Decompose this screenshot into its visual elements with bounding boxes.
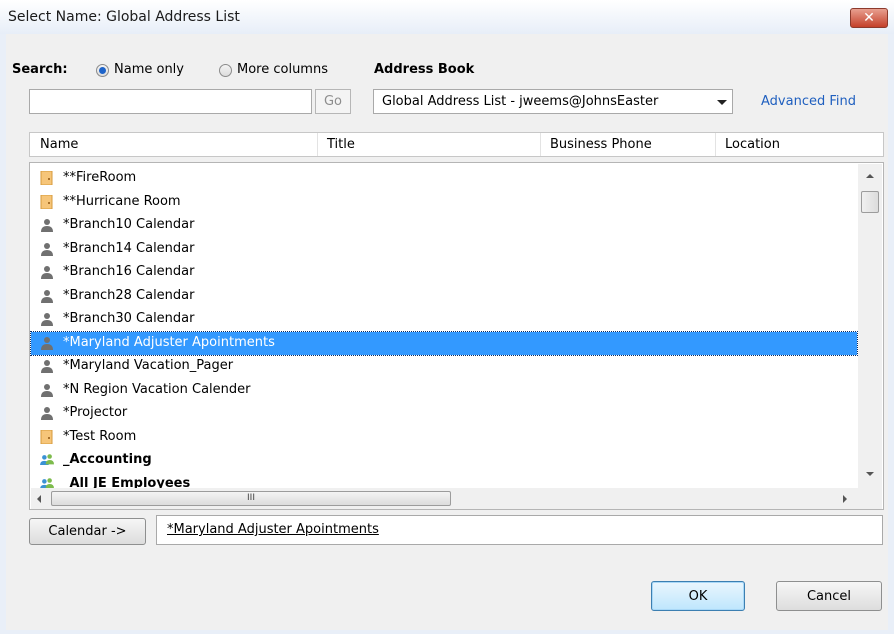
title-bar: Select Name: Global Address List ✕ — [0, 0, 894, 34]
scroll-thumb[interactable] — [861, 191, 879, 213]
search-input[interactable] — [29, 89, 312, 114]
calendar-button[interactable]: Calendar -> — [29, 518, 146, 545]
address-book-label: Address Book — [374, 62, 475, 77]
column-divider[interactable] — [715, 133, 716, 156]
scrollbar-corner — [858, 488, 882, 509]
list-item[interactable]: *Test Room — [31, 426, 857, 449]
radio-selected-dot — [99, 67, 106, 74]
list-item[interactable]: *Maryland Vacation_Pager — [31, 355, 857, 378]
user-icon — [40, 336, 54, 350]
vertical-scrollbar[interactable] — [858, 164, 882, 488]
search-label: Search: — [12, 62, 68, 77]
window-title: Select Name: Global Address List — [8, 9, 240, 25]
column-name[interactable]: Name — [40, 137, 78, 152]
address-book-select[interactable]: Global Address List - jweems@JohnsEaster — [373, 89, 733, 114]
user-icon — [40, 218, 54, 232]
list-item-name: **Hurricane Room — [63, 193, 181, 209]
list-item[interactable]: *N Region Vacation Calender — [31, 379, 857, 402]
column-business-phone[interactable]: Business Phone — [550, 137, 652, 152]
go-button[interactable]: Go — [315, 89, 351, 114]
list-item[interactable]: *Branch10 Calendar — [31, 214, 857, 237]
list-item-name: *Maryland Vacation_Pager — [63, 358, 234, 373]
advanced-find-link[interactable]: Advanced Find — [761, 94, 856, 109]
address-book-value: Global Address List - jweems@JohnsEaster — [382, 94, 659, 109]
room-icon — [40, 170, 54, 186]
column-divider[interactable] — [540, 133, 541, 156]
room-icon — [40, 194, 54, 209]
user-icon — [40, 406, 54, 420]
list-item-name: *Test Room — [63, 428, 137, 444]
list-item-name: *Branch28 Calendar — [63, 287, 195, 303]
list-item[interactable]: *Branch14 Calendar — [31, 238, 857, 261]
list-item-name: _Accounting — [63, 452, 152, 467]
list-item[interactable]: *Maryland Adjuster Apointments — [30, 330, 858, 356]
column-divider[interactable] — [317, 133, 318, 156]
ok-button[interactable]: OK — [651, 581, 745, 611]
list-item-name: *Branch10 Calendar — [63, 217, 195, 232]
address-list: _BETA ATM Test Group-LB_All JE Employees… — [29, 162, 884, 510]
scroll-down-icon[interactable] — [866, 472, 874, 476]
scroll-left-icon[interactable] — [37, 495, 41, 503]
column-header: Name Title Business Phone Location — [29, 132, 884, 157]
room-icon — [40, 429, 54, 444]
chevron-down-icon — [717, 100, 727, 105]
list-item-name: *Branch14 Calendar — [63, 240, 195, 256]
user-icon — [40, 289, 54, 303]
list-item-name: *Branch16 Calendar — [63, 264, 195, 279]
list-item[interactable]: **FireRoom — [31, 167, 857, 190]
group-icon — [40, 453, 54, 467]
column-title[interactable]: Title — [327, 137, 355, 152]
scroll-thumb[interactable]: III — [51, 491, 451, 506]
radio-more-columns[interactable] — [219, 64, 232, 77]
user-icon — [40, 383, 54, 397]
user-icon — [40, 242, 54, 256]
list-item-name: *N Region Vacation Calender — [63, 381, 251, 397]
user-icon — [40, 359, 54, 373]
user-icon — [40, 265, 54, 279]
horizontal-scrollbar[interactable]: III — [31, 488, 858, 509]
radio-more-columns-label[interactable]: More columns — [237, 62, 328, 77]
user-icon — [40, 312, 54, 326]
list-item-name: *Maryland Adjuster Apointments — [63, 334, 275, 350]
calendar-recipient[interactable]: *Maryland Adjuster Apointments — [167, 522, 379, 537]
dialog-body: Search: Name only More columns Address B… — [6, 34, 888, 630]
scroll-right-icon[interactable] — [843, 495, 847, 503]
list-item-name: *Branch30 Calendar — [63, 311, 195, 326]
list-item[interactable]: **Hurricane Room — [31, 191, 857, 214]
radio-name-only-label[interactable]: Name only — [114, 62, 184, 77]
list-item-name: *Projector — [63, 405, 128, 420]
list-item[interactable]: *Projector — [31, 402, 857, 425]
radio-name-only[interactable] — [96, 64, 109, 77]
close-icon: ✕ — [863, 10, 875, 26]
cancel-button[interactable]: Cancel — [776, 581, 882, 611]
calendar-recipient-field[interactable]: *Maryland Adjuster Apointments — [156, 515, 883, 545]
list-item[interactable]: _Accounting — [31, 449, 857, 472]
list-item[interactable]: *Branch30 Calendar — [31, 308, 857, 331]
list-item[interactable]: *Branch28 Calendar — [31, 285, 857, 308]
column-location[interactable]: Location — [725, 137, 780, 152]
close-button[interactable]: ✕ — [850, 8, 888, 28]
list-item-name: **FireRoom — [63, 170, 137, 185]
list-item[interactable]: *Branch16 Calendar — [31, 261, 857, 284]
scroll-up-icon[interactable] — [866, 174, 874, 178]
